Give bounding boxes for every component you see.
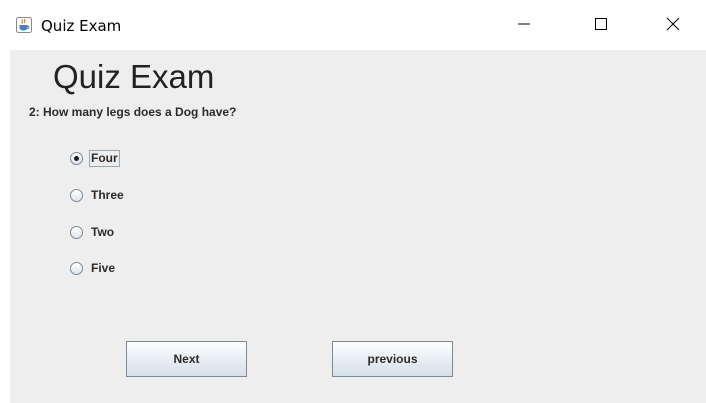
minimize-button[interactable] xyxy=(496,4,552,48)
page-title: Quiz Exam xyxy=(53,58,215,95)
previous-button[interactable]: previous xyxy=(332,341,453,377)
title-bar[interactable]: Quiz Exam xyxy=(0,0,706,50)
option-five[interactable]: Five xyxy=(70,258,117,278)
radio-button[interactable] xyxy=(70,261,83,275)
java-cup-icon xyxy=(16,17,32,33)
option-label: Four xyxy=(89,149,120,167)
radio-button-selected[interactable] xyxy=(70,151,83,165)
close-icon xyxy=(665,16,681,37)
radio-button[interactable] xyxy=(70,188,83,202)
option-label: Five xyxy=(91,260,116,275)
option-two[interactable]: Two xyxy=(70,222,116,242)
next-button[interactable]: Next xyxy=(126,341,247,377)
question-text: 2: How many legs does a Dog have? xyxy=(29,105,237,119)
maximize-icon xyxy=(593,16,609,37)
radio-button[interactable] xyxy=(70,225,83,239)
option-three[interactable]: Three xyxy=(70,185,126,205)
quiz-window: Quiz Exam Quiz Exam 2: How many legs doe… xyxy=(0,0,706,403)
quiz-panel: Quiz Exam 2: How many legs does a Dog ha… xyxy=(10,50,706,403)
option-label: Two xyxy=(91,224,115,239)
window-title: Quiz Exam xyxy=(41,17,122,35)
option-four[interactable]: Four xyxy=(70,148,120,168)
close-button[interactable] xyxy=(645,4,701,48)
maximize-button[interactable] xyxy=(573,4,629,48)
option-label: Three xyxy=(91,187,124,202)
minimize-icon xyxy=(516,16,532,37)
